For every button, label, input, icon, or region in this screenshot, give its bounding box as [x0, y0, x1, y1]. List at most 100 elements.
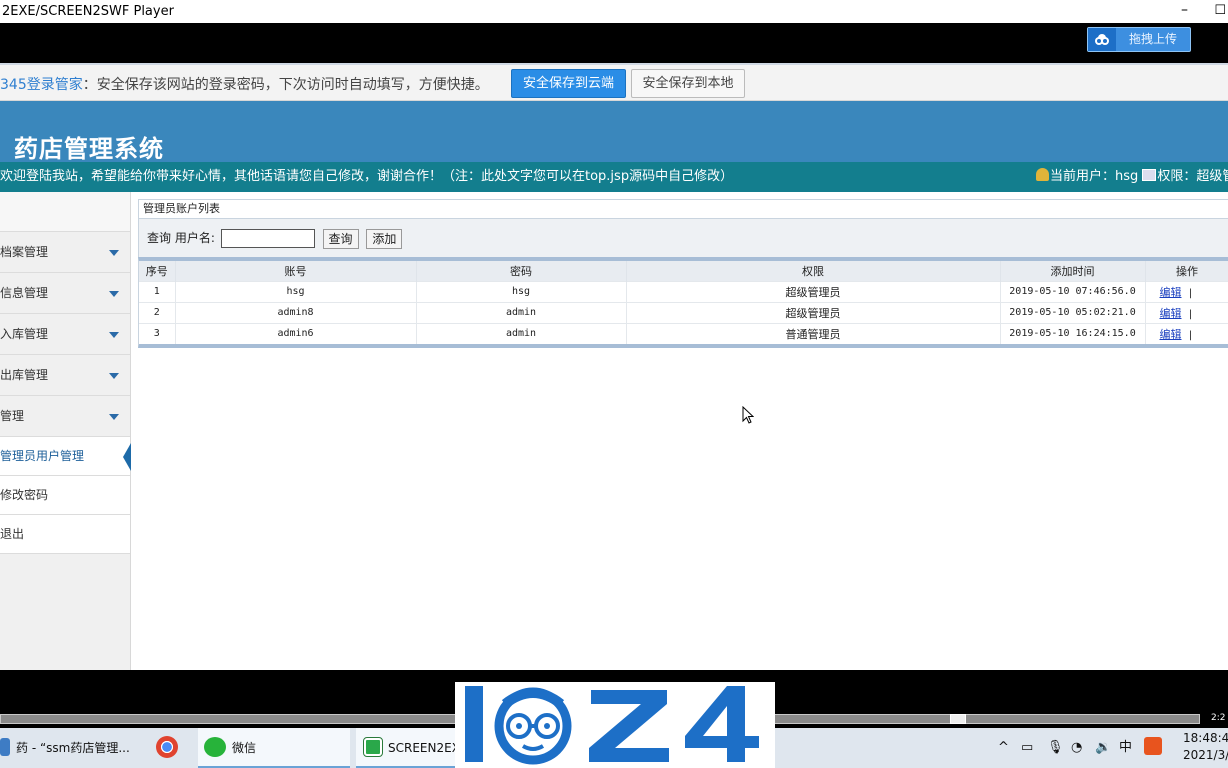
sidebar-item-label: 入库管理	[0, 327, 49, 341]
permission-icon	[1142, 169, 1157, 181]
taskbar-item-screen2exe[interactable]: SCREEN2EX	[356, 728, 460, 768]
sidebar-item-info[interactable]: 信息管理	[0, 273, 130, 314]
player-title-bar: 2EXE/SCREEN2SWF Player – ☐	[0, 0, 1228, 23]
wechat-icon	[204, 737, 226, 757]
cell-account: admin8	[175, 301, 417, 323]
ops-separator: |	[1187, 308, 1194, 320]
recorded-web-page: 345登录管家：安全保存该网站的登录密码，下次访问时自动填写，方便快捷。 安全保…	[0, 63, 1228, 670]
sidebar-subitem-label: 修改密码	[0, 488, 49, 502]
player-toolbar: 拖拽上传	[0, 23, 1228, 63]
cloud-icon	[1088, 28, 1116, 51]
maximize-button[interactable]: ☐	[1214, 0, 1226, 22]
welcome-bar: 欢迎登陆我站，希望能给你带来好心情，其他话语请您自己修改，谢谢合作！（注：此处文…	[0, 162, 1228, 192]
cell-role: 超级管理员	[626, 301, 1001, 323]
table-row: 1 hsg hsg 超级管理员 2019-05-10 07:46:56.0 编辑…	[139, 280, 1228, 302]
username-label: 用户名:	[174, 231, 215, 245]
sogou-icon[interactable]	[1144, 728, 1162, 768]
user-icon	[1036, 168, 1049, 181]
sidebar-subitem-change-password[interactable]: 修改密码	[0, 476, 130, 515]
browser-icon	[0, 738, 10, 756]
password-manager-text: 345登录管家：安全保存该网站的登录密码，下次访问时自动填写，方便快捷。	[0, 74, 489, 94]
save-to-cloud-button[interactable]: 安全保存到云端	[511, 69, 626, 98]
sidebar-item-system[interactable]: 管理	[0, 396, 130, 437]
password-manager-message: ：安全保存该网站的登录密码，下次访问时自动填写，方便快捷。	[82, 77, 489, 93]
sidebar-item-stock-out[interactable]: 出库管理	[0, 355, 130, 396]
sidebar-subitem-label: 退出	[0, 527, 25, 541]
taskbar-item-wechat[interactable]: 微信	[198, 728, 350, 768]
playback-time: 2:2	[1211, 713, 1226, 723]
ime-indicator[interactable]: 中	[1119, 728, 1132, 768]
minimize-button[interactable]: –	[1181, 0, 1188, 20]
panel-title: 管理员账户列表	[138, 199, 1228, 219]
tray-chevron-up-icon[interactable]: ^	[998, 728, 1009, 768]
screen2exe-icon	[363, 737, 383, 757]
edit-link[interactable]: 编辑	[1160, 286, 1182, 299]
chevron-down-icon	[109, 291, 119, 297]
microphone-icon[interactable]: 🎙	[1047, 728, 1064, 768]
cell-ops: 编辑 |	[1145, 322, 1228, 344]
column-header: 添加时间	[1000, 261, 1146, 281]
clock-date: 2021/3/	[1183, 748, 1228, 762]
app-title: 药店管理系统	[14, 135, 164, 163]
table-row: 2 admin8 admin 超级管理员 2019-05-10 05:02:21…	[139, 301, 1228, 323]
sidebar-item-label: 信息管理	[0, 286, 49, 300]
taskbar-item-label: 药 - “ssm药店管理...	[16, 741, 130, 755]
sidebar-subitem-logout[interactable]: 退出	[0, 515, 130, 554]
table-row: 3 admin6 admin 普通管理员 2019-05-10 16:24:15…	[139, 322, 1228, 344]
edit-link[interactable]: 编辑	[1160, 307, 1182, 320]
chevron-down-icon	[109, 250, 119, 256]
battery-icon[interactable]: ▭	[1021, 728, 1033, 768]
taskbar-item-chrome[interactable]	[150, 728, 198, 768]
cell-password: hsg	[416, 280, 627, 302]
search-row: 查询 用户名: 查询 添加	[138, 219, 1228, 257]
table-header-row: 序号 账号 密码 权限 添加时间 操作	[139, 261, 1228, 281]
cell-ops: 编辑 |	[1145, 280, 1228, 302]
cell-time: 2019-05-10 16:24:15.0	[1000, 322, 1146, 344]
cell-no: 2	[139, 301, 176, 323]
password-manager-bar: 345登录管家：安全保存该网站的登录密码，下次访问时自动填写，方便快捷。 安全保…	[0, 63, 1228, 101]
cell-account: hsg	[175, 280, 417, 302]
column-header: 账号	[175, 261, 417, 281]
clock-time: 18:48:40	[1183, 731, 1228, 745]
cell-time: 2019-05-10 05:02:21.0	[1000, 301, 1146, 323]
permission-label: 权限：超级管	[1157, 169, 1228, 184]
watermark-logo	[455, 682, 775, 768]
cell-role: 普通管理员	[626, 322, 1001, 344]
admin-table: 序号 账号 密码 权限 添加时间 操作 1 hsg hsg 超级管理员 2019	[138, 257, 1228, 348]
chevron-down-icon	[109, 373, 119, 379]
sidebar-subitem-label: 管理员用户管理	[0, 449, 85, 463]
wifi-icon[interactable]: ◔	[1071, 728, 1082, 768]
sidebar-subitem-admin-users[interactable]: 管理员用户管理	[0, 437, 131, 476]
sidebar: 档案管理 信息管理 入库管理 出库管理 管理 管理员用户管理 修改密码 退出	[0, 192, 131, 670]
sidebar-item-archive[interactable]: 档案管理	[0, 232, 130, 273]
username-input[interactable]	[220, 229, 315, 248]
chevron-down-icon	[109, 332, 119, 338]
ops-separator: |	[1187, 287, 1194, 299]
cell-no: 3	[139, 322, 176, 344]
taskbar-item-label: 微信	[232, 741, 257, 755]
add-button[interactable]: 添加	[366, 228, 403, 249]
edit-link[interactable]: 编辑	[1160, 328, 1182, 341]
taskbar-item-browser[interactable]: 药 - “ssm药店管理...	[0, 728, 150, 768]
cell-account: admin6	[175, 322, 417, 344]
system-clock[interactable]: 18:48:40 2021/3/	[1183, 730, 1228, 764]
taskbar-item-label: SCREEN2EX	[388, 741, 460, 755]
active-pointer-icon	[123, 443, 131, 471]
welcome-message: 欢迎登陆我站，希望能给你带来好心情，其他话语请您自己修改，谢谢合作！（注：此处文…	[0, 169, 734, 184]
ops-separator: |	[1187, 329, 1194, 341]
query-button[interactable]: 查询	[322, 228, 359, 249]
sidebar-item-label: 出库管理	[0, 368, 49, 382]
playback-thumb[interactable]	[950, 714, 966, 724]
drag-upload-button[interactable]: 拖拽上传	[1087, 27, 1191, 52]
cell-password: admin	[416, 301, 627, 323]
app-banner: 药店管理系统	[0, 101, 1228, 163]
cell-role: 超级管理员	[626, 280, 1001, 302]
column-header: 序号	[139, 261, 176, 281]
player-title: 2EXE/SCREEN2SWF Player	[2, 4, 174, 19]
sidebar-header	[0, 192, 130, 232]
current-user: 当前用户：hsg	[1050, 169, 1139, 184]
sidebar-item-stock-in[interactable]: 入库管理	[0, 314, 130, 355]
sidebar-item-label: 档案管理	[0, 245, 49, 259]
volume-icon[interactable]: 🔉	[1095, 728, 1111, 768]
save-to-local-button[interactable]: 安全保存到本地	[631, 69, 745, 98]
